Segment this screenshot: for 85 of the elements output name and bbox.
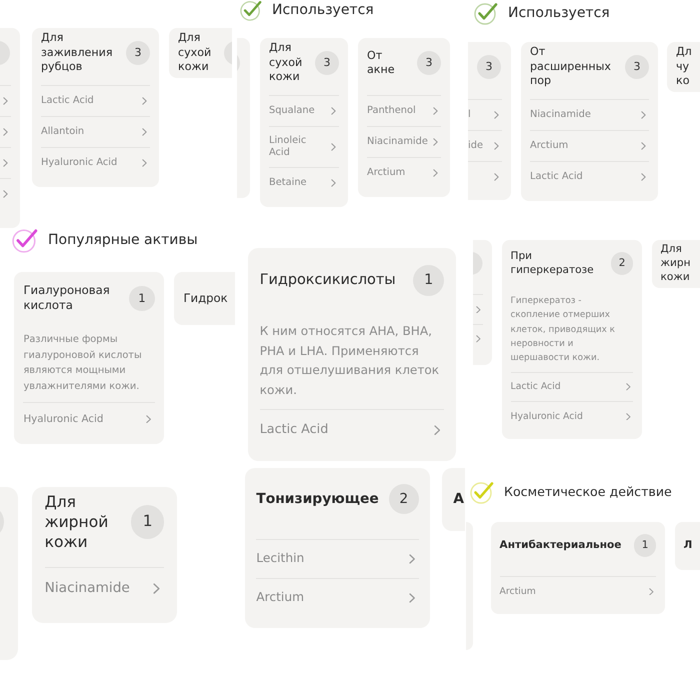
section-title: Используется [272, 2, 374, 18]
chevron-right-icon [142, 128, 147, 136]
category-title: От акне [367, 48, 396, 78]
ingredient-link[interactable]: Lactic Acid [260, 409, 444, 450]
chevron-right-icon [433, 169, 438, 177]
chevron-right-icon [648, 588, 654, 596]
chevron-right-icon [641, 142, 646, 150]
chevron-right-icon [331, 179, 336, 188]
chevron-right-icon [3, 97, 8, 105]
ingredient-link[interactable]: Niacinamide [367, 126, 441, 157]
category-title: Для жирной кожи [44, 492, 110, 552]
ingredient-link[interactable]: Hyaluronic Acid [23, 402, 155, 435]
category-title: Для заживления рубцов [41, 31, 114, 75]
count-badge: 3 [625, 55, 649, 79]
chevron-right-icon [153, 583, 160, 595]
count-badge: 2 [610, 252, 634, 276]
chevron-right-icon [142, 159, 147, 167]
category-title: Для жирн кожи [660, 243, 692, 284]
ingredient-link[interactable]: Arctium [530, 130, 649, 161]
count-badge: 3 [477, 55, 501, 79]
ingredient-link[interactable]: Lactic Acid [510, 372, 634, 402]
count-badge: 2 [388, 484, 419, 514]
ingredient-link[interactable]: Arctium [256, 578, 419, 617]
count-badge: 1 [634, 534, 656, 558]
ingredient-link[interactable]: Panthenol [367, 95, 441, 126]
ingredient-link[interactable]: Linoleic Acid [269, 126, 339, 168]
ingredient-link[interactable]: Arctium [500, 576, 656, 606]
ingredient-link[interactable]: Hyaluronic Acid [41, 147, 150, 178]
section-title: Используется [508, 4, 610, 22]
category-description: Гиперкератоз - скопление отмерших клеток, приводящих к неровности и шершавости кожи. [510, 295, 616, 366]
ingredient-link[interactable]: ide [468, 130, 502, 161]
count-badge: 3 [315, 51, 339, 75]
count-badge: 1 [413, 264, 444, 296]
ingredient-link[interactable]: Niacinamide [530, 99, 649, 130]
count-badge: 3 [126, 41, 150, 65]
chevron-right-icon [626, 412, 631, 420]
category-title: Дл чу ко [676, 45, 693, 89]
chevron-right-icon [3, 159, 8, 167]
category-title: Гидрок [183, 290, 229, 306]
category-title: А [453, 490, 465, 508]
ingredient-link[interactable]: Arctium [367, 157, 441, 188]
chevron-right-icon [494, 111, 499, 119]
category-title: Тонизирующее [256, 490, 380, 508]
ingredient-link[interactable]: Allantoin [41, 116, 150, 147]
chevron-right-icon [494, 173, 499, 181]
chevron-right-icon [476, 306, 481, 314]
category-title: Гидроксикислоты [260, 271, 397, 290]
category-title: Для сухой кожи [178, 31, 212, 75]
ingredient-link[interactable]: Lecithin [256, 539, 419, 578]
chevron-right-icon [641, 173, 646, 181]
category-title: Для сухой кожи [269, 41, 304, 85]
category-title: При гиперкератозе [510, 250, 595, 278]
category-description: К ним относятся AHA, BHA, PHA и LHA. Применяются для отшелушивания клеток кожи. [260, 323, 440, 399]
chevron-right-icon [3, 128, 8, 136]
section-title: Популярные активы [48, 232, 198, 248]
ingredient-link[interactable]: Betaine [269, 167, 339, 198]
chevron-right-icon [433, 138, 438, 146]
category-title: От расширенных пор [530, 45, 612, 89]
chevron-right-icon [626, 383, 631, 392]
ingredient-link[interactable]: l [468, 99, 502, 130]
chevron-right-icon [433, 107, 438, 115]
chevron-right-icon [641, 111, 646, 119]
chevron-right-icon [476, 335, 481, 343]
category-title: Гиалуроновая кислота [23, 283, 111, 314]
ingredient-link[interactable]: Niacinamide [44, 566, 164, 610]
chevron-right-icon [434, 424, 440, 436]
chevron-right-icon [408, 554, 415, 564]
ingredient-link[interactable]: Hyaluronic Acid [510, 401, 634, 431]
category-title: Л [684, 538, 694, 553]
count-badge: 1 [130, 505, 164, 539]
ingredient-link[interactable]: Squalane [269, 95, 339, 126]
chevron-right-icon [3, 190, 8, 198]
category-description: Различные формы гиалуроновой кислоты являются мощными увлажнителями кожи. [23, 332, 143, 394]
ingredient-link[interactable]: Lactic Acid [530, 161, 649, 192]
category-title: Антибактериальное [500, 538, 622, 553]
count-badge: 3 [417, 51, 441, 75]
section-title: Косметическое действие [504, 484, 672, 500]
ingredient-link[interactable]: Lactic Acid [41, 85, 150, 116]
chevron-right-icon [331, 107, 336, 115]
chevron-right-icon [494, 142, 499, 150]
chevron-right-icon [408, 592, 415, 603]
chevron-right-icon [142, 97, 147, 105]
chevron-right-icon [331, 143, 336, 152]
count-badge: 1 [129, 286, 155, 311]
chevron-right-icon [146, 414, 152, 424]
